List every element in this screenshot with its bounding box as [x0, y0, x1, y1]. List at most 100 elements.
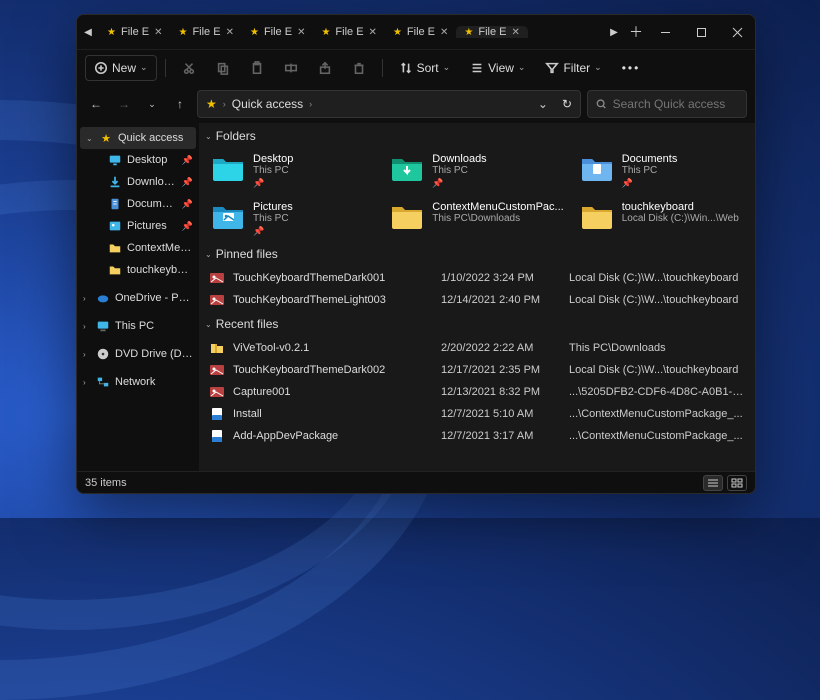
more-button[interactable]: ••• [614, 56, 649, 80]
new-button[interactable]: New ⌄ [85, 55, 157, 81]
view-button[interactable]: View ⌄ [462, 56, 533, 80]
new-tab-button[interactable]: ＋ [625, 22, 647, 42]
address-field[interactable]: ★ › Quick access › ⌄ ↻ [197, 90, 581, 118]
details-view-button[interactable] [703, 475, 723, 491]
delete-button[interactable] [344, 56, 374, 80]
tab-label: File E [121, 26, 149, 38]
close-tab-icon[interactable]: ✕ [226, 27, 234, 38]
sidebar-item[interactable]: ContextMenuCust [77, 237, 199, 259]
tab[interactable]: ★File E✕ [385, 26, 456, 38]
folder-item[interactable]: PicturesThis PC📌 [207, 197, 378, 241]
folder-icon [108, 241, 122, 255]
back-button[interactable]: ← [85, 93, 107, 115]
sidebar-item[interactable]: Downloads📌 [77, 171, 199, 193]
tabs-scroll-right[interactable]: ▶ [603, 27, 625, 38]
close-tab-icon[interactable]: ✕ [297, 27, 305, 38]
sidebar-item-label: Desktop [127, 154, 177, 166]
minimize-button[interactable] [647, 15, 683, 49]
file-row[interactable]: TouchKeyboardThemeLight00312/14/2021 2:4… [205, 289, 749, 311]
folder-item[interactable]: DownloadsThis PC📌 [386, 149, 567, 193]
file-date: 2/20/2022 2:22 AM [441, 342, 561, 354]
copy-button[interactable] [208, 56, 238, 80]
star-icon: ★ [393, 27, 402, 38]
breadcrumb[interactable]: Quick access [232, 97, 303, 111]
file-row[interactable]: ViVeTool-v0.2.12/20/2022 2:22 AMThis PC\… [205, 337, 749, 359]
file-row[interactable]: TouchKeyboardThemeDark0011/10/2022 3:24 … [205, 267, 749, 289]
folder-icon [390, 201, 424, 231]
folder-location: Local Disk (C:)\Win...\Web [622, 213, 739, 224]
chevron-down-icon: ⌄ [205, 132, 212, 141]
sidebar-item[interactable]: ›OneDrive - Personal [77, 287, 199, 309]
folder-item[interactable]: touchkeyboardLocal Disk (C:)\Win...\Web [576, 197, 747, 241]
sidebar-item[interactable]: ›Network [77, 371, 199, 393]
tabs-scroll-left[interactable]: ◀ [77, 27, 99, 38]
tab[interactable]: ★File E✕ [456, 26, 527, 38]
close-tab-icon[interactable]: ✕ [154, 27, 162, 38]
sidebar-item-label: ContextMenuCust [127, 242, 193, 254]
file-row[interactable]: Add-AppDevPackage12/7/2021 3:17 AM...\Co… [205, 425, 749, 447]
star-icon: ★ [99, 131, 113, 145]
close-tab-icon[interactable]: ✕ [369, 27, 377, 38]
sidebar-item-label: DVD Drive (D:) CCCO [115, 348, 193, 360]
documents-icon [108, 197, 122, 211]
sidebar-item-label: This PC [115, 320, 193, 332]
recent-locations-button[interactable]: ⌄ [141, 93, 163, 115]
tab[interactable]: ★ File E ✕ [99, 26, 170, 38]
recent-files-group-header[interactable]: ⌄ Recent files [203, 311, 751, 337]
folder-item[interactable]: DesktopThis PC📌 [207, 149, 378, 193]
share-button[interactable] [310, 56, 340, 80]
forward-button[interactable]: → [113, 93, 135, 115]
chevron-icon: › [83, 322, 91, 331]
tab-label: File E [192, 26, 220, 38]
file-location: This PC\Downloads [569, 342, 745, 354]
file-icon [209, 340, 225, 356]
file-location: Local Disk (C:)\W...\touchkeyboard [569, 294, 745, 306]
file-icon [209, 406, 225, 422]
sidebar-item-label: Documents [127, 198, 177, 210]
sidebar-item[interactable]: touchkeyboard [77, 259, 199, 281]
sidebar-item[interactable]: Desktop 📌 [77, 149, 199, 171]
folder-item[interactable]: DocumentsThis PC📌 [576, 149, 747, 193]
address-dropdown-chevron[interactable]: ⌄ [538, 97, 548, 111]
sidebar-item-label: Quick access [118, 132, 190, 144]
cut-button[interactable] [174, 56, 204, 80]
search-input[interactable] [613, 97, 738, 111]
tab-label: File E [335, 26, 363, 38]
close-tab-icon[interactable]: ✕ [512, 27, 520, 38]
tab[interactable]: ★File E✕ [242, 26, 313, 38]
file-name: TouchKeyboardThemeDark002 [233, 364, 433, 376]
refresh-button[interactable]: ↻ [562, 97, 572, 111]
up-button[interactable]: ↑ [169, 93, 191, 115]
star-icon: ★ [107, 27, 116, 38]
sort-button[interactable]: Sort ⌄ [391, 56, 459, 80]
paste-button[interactable] [242, 56, 272, 80]
pin-icon: 📌 [182, 155, 193, 166]
close-tab-icon[interactable]: ✕ [440, 27, 448, 38]
sidebar-item[interactable]: ⌄★Quick access [80, 127, 196, 149]
onedrive-icon [96, 291, 110, 305]
close-button[interactable] [719, 15, 755, 49]
sidebar-item[interactable]: Pictures📌 [77, 215, 199, 237]
rename-button[interactable] [276, 56, 306, 80]
sidebar-item[interactable]: › This PC [77, 315, 199, 337]
folder-icon [108, 263, 122, 277]
file-row[interactable]: TouchKeyboardThemeDark00212/17/2021 2:35… [205, 359, 749, 381]
star-icon: ★ [321, 27, 330, 38]
folder-item[interactable]: ContextMenuCustomPac...This PC\Downloads [386, 197, 567, 241]
sidebar-item[interactable]: ›DVD Drive (D:) CCCO [77, 343, 199, 365]
folder-icon [390, 153, 424, 183]
filter-button[interactable]: Filter ⌄ [537, 56, 609, 80]
thumbnails-view-button[interactable] [727, 475, 747, 491]
folder-icon [580, 201, 614, 231]
pinned-files-group-header[interactable]: ⌄ Pinned files [203, 241, 751, 267]
file-row[interactable]: Install12/7/2021 5:10 AM...\ContextMenuC… [205, 403, 749, 425]
sidebar-item[interactable]: Documents📌 [77, 193, 199, 215]
maximize-button[interactable] [683, 15, 719, 49]
tab[interactable]: ★ File E ✕ [313, 26, 384, 38]
star-icon: ★ [178, 27, 187, 38]
titlebar: ◀ ★File E✕★File E✕★File E✕★File E✕★File … [77, 15, 755, 49]
search-box[interactable] [587, 90, 747, 118]
file-row[interactable]: Capture00112/13/2021 8:32 PM...\5205DFB2… [205, 381, 749, 403]
folders-group-header[interactable]: ⌄ Folders [203, 123, 751, 149]
tab[interactable]: ★ File E ✕ [170, 26, 241, 38]
